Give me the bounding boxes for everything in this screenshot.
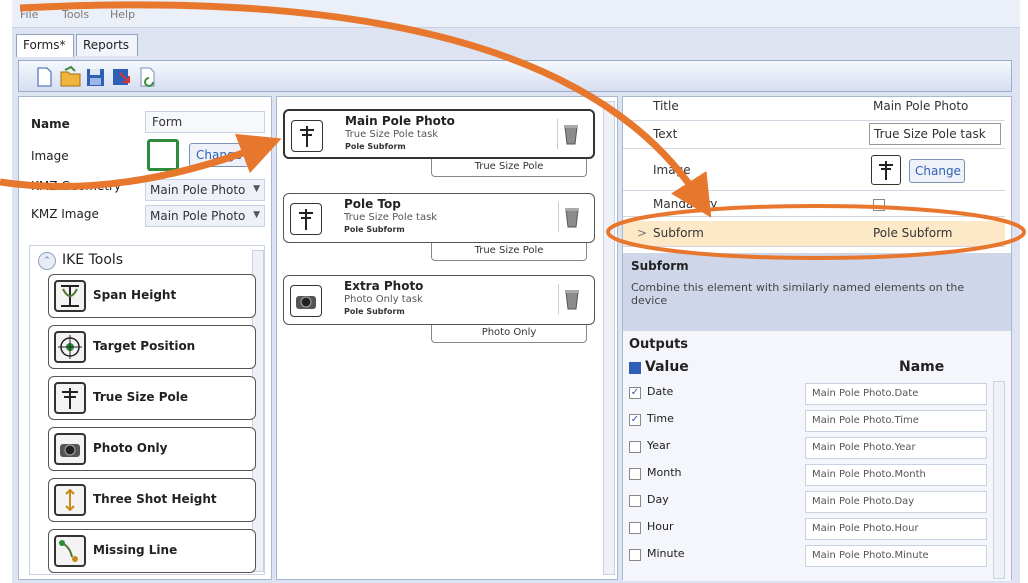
annotation-arrow-image: [0, 133, 282, 190]
annotation-overlay: [0, 1, 1026, 260]
annotation-highlight-subform: [606, 204, 1026, 260]
annotation-arrow-subform: [19, 1, 712, 218]
